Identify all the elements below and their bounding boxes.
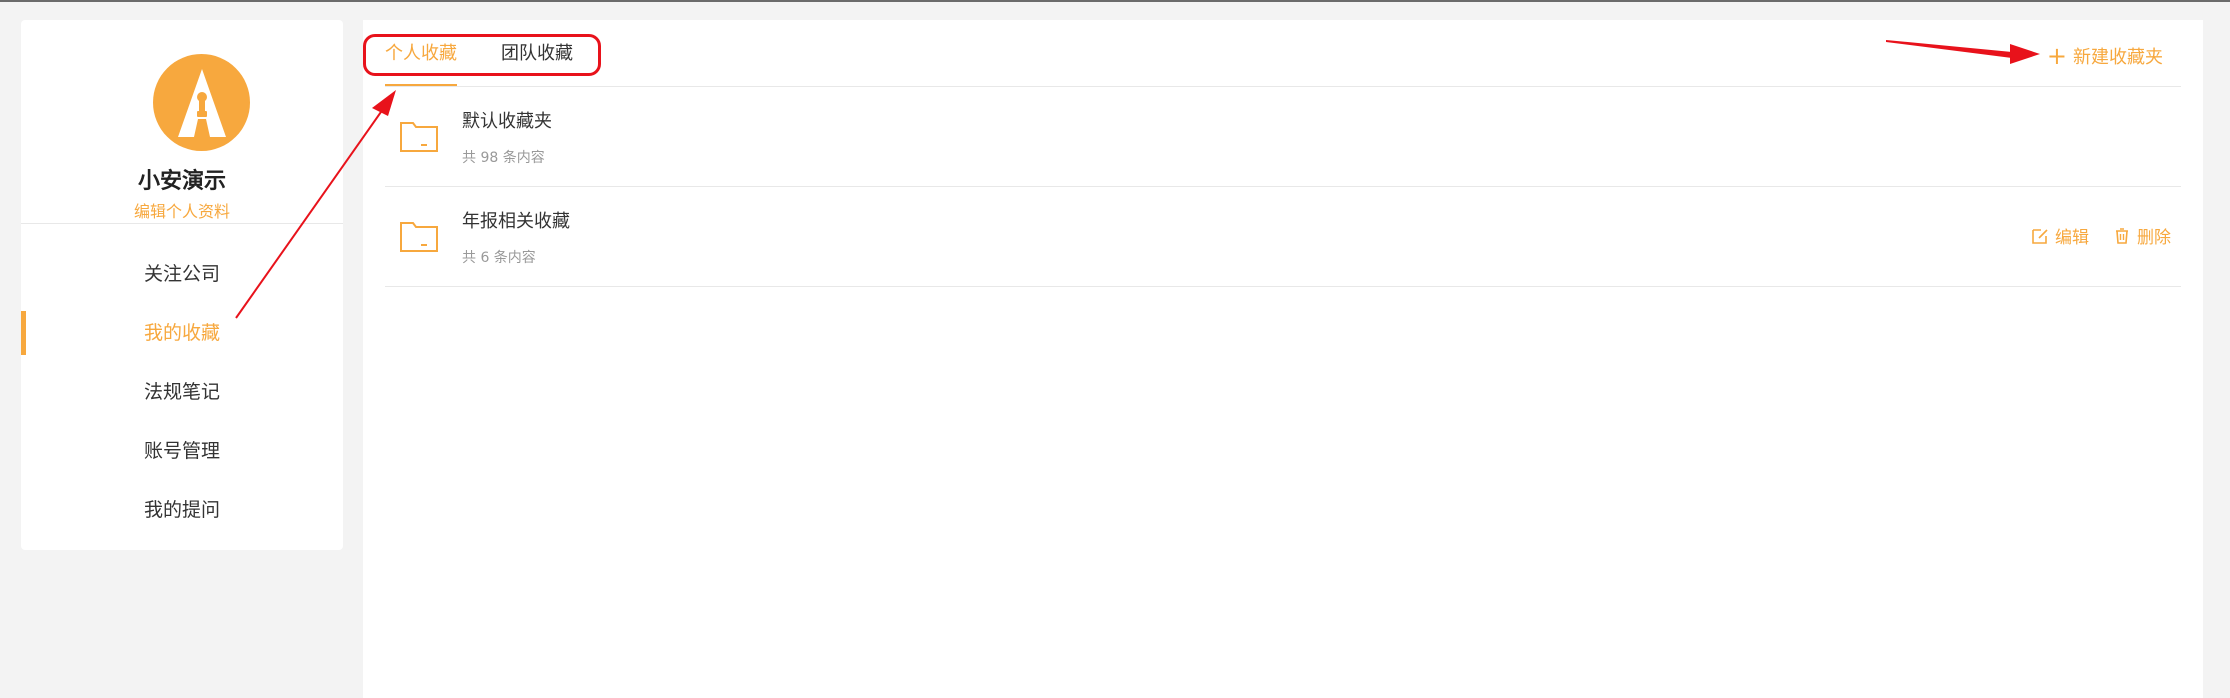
sidebar-item-my-favorites[interactable]: 我的收藏 xyxy=(21,311,343,355)
edit-label: 编辑 xyxy=(2055,228,2089,248)
sidebar-item-my-questions[interactable]: 我的提问 xyxy=(21,488,343,532)
tab-team-favorites[interactable]: 团队收藏 xyxy=(501,36,573,72)
tab-personal-favorites[interactable]: 个人收藏 xyxy=(385,36,457,86)
user-name: 小安演示 xyxy=(137,169,226,194)
page: 小安演示 编辑个人资料 关注公司 我的收藏 法规笔记 账号管理 我的提问 个人收… xyxy=(0,0,2230,698)
delete-label: 删除 xyxy=(2137,228,2171,248)
edit-profile-link[interactable]: 编辑个人资料 xyxy=(21,198,343,222)
sidebar-divider xyxy=(21,223,343,224)
edit-folder-button[interactable]: 编辑 xyxy=(2031,223,2089,248)
folder-list: 默认收藏夹 共 98 条内容 年报相关收藏 共 6 条内容 编辑 删除 xyxy=(385,87,2181,287)
edit-icon xyxy=(2032,228,2048,244)
sidebar-item-account-management[interactable]: 账号管理 xyxy=(21,429,343,473)
folder-actions: 编辑 删除 xyxy=(2031,223,2171,248)
sidebar-nav: 关注公司 我的收藏 法规笔记 账号管理 我的提问 xyxy=(21,252,343,547)
folder-row[interactable]: 年报相关收藏 共 6 条内容 编辑 删除 xyxy=(385,187,2181,287)
avatar[interactable] xyxy=(153,54,250,151)
folder-name[interactable]: 年报相关收藏 xyxy=(462,207,570,233)
sidebar-item-followed-companies[interactable]: 关注公司 xyxy=(21,252,343,296)
new-folder-button[interactable]: + 新建收藏夹 xyxy=(2047,40,2163,72)
folder-name[interactable]: 默认收藏夹 xyxy=(462,107,552,133)
folder-icon xyxy=(400,222,438,252)
delete-folder-button[interactable]: 删除 xyxy=(2113,223,2171,248)
folder-count: 共 98 条内容 xyxy=(462,150,545,166)
folder-icon xyxy=(400,122,438,152)
favorites-tabs: 个人收藏 团队收藏 xyxy=(385,36,573,86)
favorites-panel: 个人收藏 团队收藏 + 新建收藏夹 默认收藏夹 共 98 条内容 年报相关收藏 … xyxy=(363,20,2203,698)
plus-icon: + xyxy=(2046,42,2067,70)
profile-sidebar: 小安演示 编辑个人资料 关注公司 我的收藏 法规笔记 账号管理 我的提问 xyxy=(21,20,343,550)
sidebar-item-regulation-notes[interactable]: 法规笔记 xyxy=(21,370,343,414)
trash-icon xyxy=(2116,227,2128,244)
new-folder-label: 新建收藏夹 xyxy=(2073,47,2163,68)
top-border xyxy=(0,0,2230,2)
folder-count: 共 6 条内容 xyxy=(462,250,536,266)
tower-logo-icon xyxy=(177,68,226,137)
folder-row[interactable]: 默认收藏夹 共 98 条内容 xyxy=(385,87,2181,187)
